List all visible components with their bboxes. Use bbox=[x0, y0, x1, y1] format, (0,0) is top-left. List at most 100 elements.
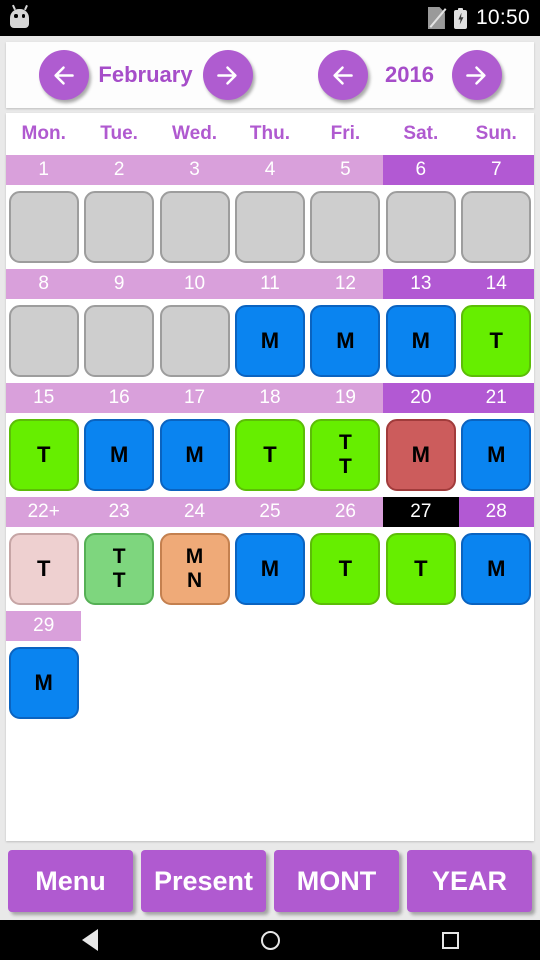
day-cell-slot bbox=[232, 191, 307, 263]
day-mark: M bbox=[260, 327, 280, 353]
year-label: 2016 bbox=[385, 62, 434, 87]
day-number-29: 29 bbox=[6, 611, 82, 641]
day-cell-slot: T bbox=[6, 533, 81, 605]
day-number-empty bbox=[308, 611, 383, 641]
day-cell-21[interactable]: M bbox=[461, 419, 532, 491]
weekday-header-6: Sun. bbox=[475, 123, 517, 144]
day-cell-23[interactable]: TT bbox=[84, 533, 155, 605]
day-cell-row: MMMT bbox=[6, 299, 534, 383]
day-cell-16[interactable]: M bbox=[84, 419, 155, 491]
day-cell-slot: TT bbox=[308, 419, 383, 491]
day-cell-14[interactable]: T bbox=[461, 305, 532, 377]
day-mark: M bbox=[336, 327, 355, 353]
day-mark: T bbox=[338, 455, 352, 478]
day-number-26: 26 bbox=[307, 497, 384, 527]
day-cell-slot: M bbox=[459, 419, 534, 491]
day-number-1: 1 bbox=[6, 155, 82, 185]
weekday-header-4: Fri. bbox=[330, 123, 361, 144]
day-cell-slot: M bbox=[459, 533, 534, 605]
day-number-10: 10 bbox=[156, 269, 233, 299]
day-mark: T bbox=[263, 441, 277, 467]
prev-year-button[interactable] bbox=[317, 50, 368, 100]
day-cell-29[interactable]: M bbox=[8, 647, 79, 719]
day-mark: N bbox=[186, 569, 203, 592]
day-cell-slot: M bbox=[383, 305, 458, 377]
day-cell-slot: TT bbox=[81, 533, 156, 605]
day-cell-2[interactable] bbox=[84, 191, 155, 263]
status-bar-left bbox=[10, 4, 428, 28]
weekday-header-3: Thu. bbox=[249, 123, 291, 144]
calendar-nav-bar: February 2016 bbox=[6, 42, 534, 108]
day-cell-18[interactable]: T bbox=[234, 419, 305, 491]
day-cell-slot: MN bbox=[157, 533, 232, 605]
day-cell-slot: M bbox=[157, 419, 232, 491]
day-cell-6[interactable] bbox=[385, 191, 456, 263]
day-number-4: 4 bbox=[232, 155, 308, 185]
day-number-13: 13 bbox=[383, 269, 459, 299]
day-cell-19[interactable]: TT bbox=[310, 419, 381, 491]
menu-button[interactable]: Menu bbox=[8, 850, 133, 912]
present-button[interactable]: Present bbox=[141, 850, 266, 912]
weekday-header-0: Mon. bbox=[21, 123, 66, 144]
day-cell-17[interactable]: M bbox=[159, 419, 230, 491]
day-number-22+: 22+ bbox=[6, 497, 82, 527]
day-number-12: 12 bbox=[307, 269, 384, 299]
day-cell-10[interactable] bbox=[159, 305, 230, 377]
day-cell-22+[interactable]: T bbox=[8, 533, 79, 605]
month-label: February bbox=[98, 62, 193, 87]
day-mark: M bbox=[34, 669, 53, 695]
status-clock: 10:50 bbox=[475, 6, 530, 29]
day-cell-slot: M bbox=[232, 533, 307, 605]
day-cell-20[interactable]: M bbox=[385, 419, 456, 491]
day-cell-27[interactable]: T bbox=[385, 533, 456, 605]
day-cell-3[interactable] bbox=[159, 191, 230, 263]
day-mark: T bbox=[36, 441, 51, 467]
battery-charging-icon bbox=[453, 7, 467, 29]
prev-month-button[interactable] bbox=[38, 50, 89, 100]
day-mark: T bbox=[338, 431, 352, 455]
calendar-week-row: 22+ 23 24 25 26 27 28 T T T M N M T T M bbox=[6, 497, 534, 611]
day-number-3: 3 bbox=[156, 155, 233, 185]
day-cell-11[interactable]: M bbox=[234, 305, 305, 377]
year-view-button[interactable]: YEAR bbox=[407, 850, 532, 912]
recents-icon[interactable] bbox=[435, 925, 465, 955]
day-cell-13[interactable]: M bbox=[385, 305, 456, 377]
day-number-7: 7 bbox=[458, 155, 534, 185]
day-cell-4[interactable] bbox=[234, 191, 305, 263]
calendar-card: Mon. Tue. Wed. Thu. Fri. Sat. Sun. 1 2 3 4 5 6 7 8 9 10… bbox=[6, 113, 534, 841]
day-cell-slot: M bbox=[308, 305, 383, 377]
day-number-row: 8 9 10 11 12 13 14 bbox=[6, 269, 534, 299]
month-view-button[interactable]: MONT bbox=[274, 850, 399, 912]
day-cell-25[interactable]: M bbox=[234, 533, 305, 605]
day-cell-15[interactable]: T bbox=[8, 419, 79, 491]
day-cell-slot bbox=[6, 305, 81, 377]
app-root: 10:50 February 2016 Mon. Tue. Wed. Thu. … bbox=[0, 0, 540, 960]
day-number-empty bbox=[81, 611, 156, 641]
day-number-6: 6 bbox=[383, 155, 459, 185]
day-cell-slot: T bbox=[232, 419, 307, 491]
home-icon[interactable] bbox=[255, 925, 285, 955]
day-cell-26[interactable]: T bbox=[310, 533, 381, 605]
day-cell-24[interactable]: MN bbox=[159, 533, 230, 605]
day-mark: M bbox=[411, 441, 430, 467]
day-cell-28[interactable]: M bbox=[461, 533, 532, 605]
next-year-button[interactable] bbox=[451, 50, 502, 100]
day-mark: M bbox=[109, 441, 129, 467]
day-number-19: 19 bbox=[307, 383, 384, 413]
day-cell-12[interactable]: M bbox=[310, 305, 381, 377]
day-cell-9[interactable] bbox=[84, 305, 155, 377]
day-cell-5[interactable] bbox=[310, 191, 381, 263]
next-month-button[interactable] bbox=[202, 50, 253, 100]
day-cell-7[interactable] bbox=[461, 191, 532, 263]
year-nav-group: 2016 bbox=[317, 50, 502, 100]
day-cell-slot: M bbox=[232, 305, 307, 377]
day-cell-row: M bbox=[6, 641, 534, 725]
day-cell-1[interactable] bbox=[8, 191, 79, 263]
day-cell-slot: T bbox=[459, 305, 534, 377]
back-icon[interactable] bbox=[75, 925, 105, 955]
no-sim-icon bbox=[427, 7, 447, 29]
day-number-5: 5 bbox=[307, 155, 384, 185]
day-cell-slot bbox=[157, 191, 232, 263]
day-number-28: 28 bbox=[458, 497, 534, 527]
day-cell-8[interactable] bbox=[8, 305, 79, 377]
